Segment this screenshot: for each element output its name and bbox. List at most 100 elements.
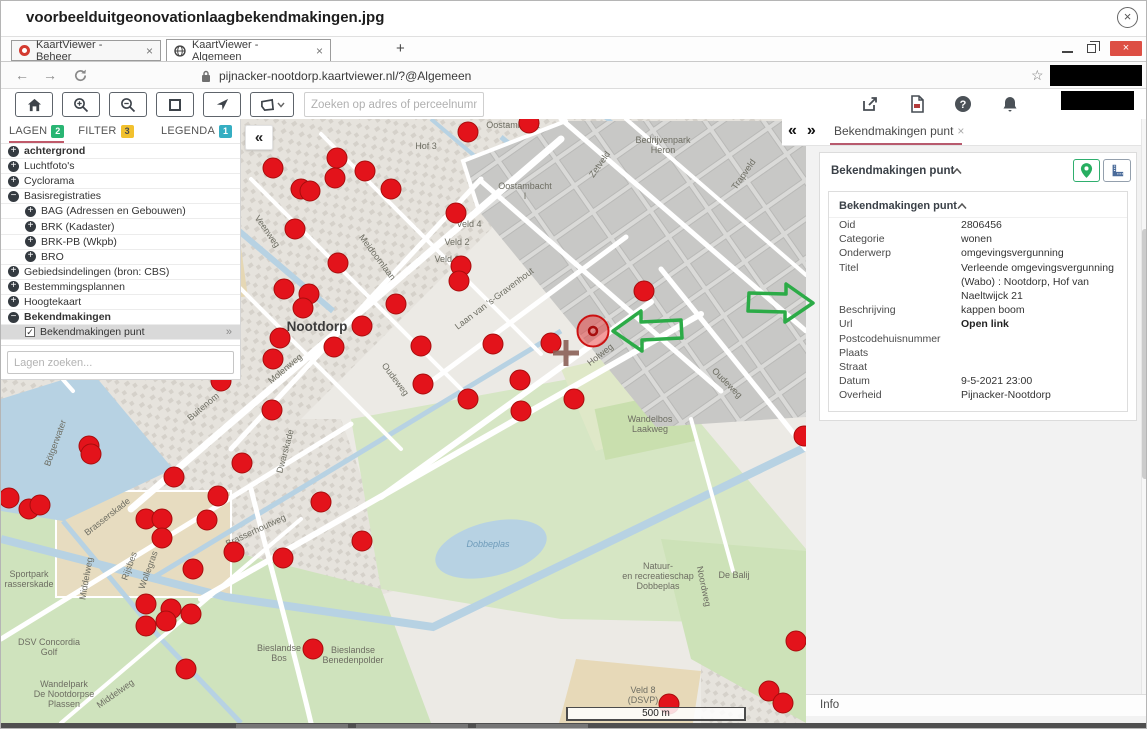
announcement-point[interactable] — [30, 495, 50, 515]
layer-checkbox[interactable]: ✓ — [25, 327, 35, 337]
expand-plus-icon[interactable]: + — [25, 236, 36, 247]
tab-close-icon[interactable]: × — [316, 44, 323, 58]
announcement-point[interactable] — [208, 486, 228, 506]
announcement-point[interactable] — [511, 401, 531, 421]
announcement-point[interactable] — [324, 337, 344, 357]
layer-tree-item[interactable]: +Bestemmingsplannen — [1, 280, 240, 295]
chevron-up-icon[interactable] — [952, 168, 962, 175]
measure-button[interactable] — [1103, 159, 1131, 182]
announcement-point[interactable] — [152, 528, 172, 548]
help-icon[interactable]: ? — [954, 95, 972, 113]
layers-tab-legenda[interactable]: LEGENDA1 — [161, 119, 232, 143]
zoom-in-button[interactable] — [62, 92, 100, 117]
announcement-point[interactable] — [156, 611, 176, 631]
layer-tree-item[interactable]: −Basisregistraties — [1, 189, 240, 204]
layer-tree-item[interactable]: +BAG (Adressen en Gebouwen) — [1, 204, 240, 219]
announcement-point[interactable] — [300, 181, 320, 201]
expand-plus-icon[interactable]: + — [8, 281, 19, 292]
url-text[interactable]: pijnacker-nootdorp.kaartviewer.nl/?@Alge… — [219, 69, 471, 83]
announcement-point[interactable] — [355, 161, 375, 181]
announcement-point[interactable] — [285, 219, 305, 239]
bookmark-star-icon[interactable]: ☆ — [1031, 67, 1044, 84]
announcement-point[interactable] — [564, 389, 584, 409]
notifications-bell-icon[interactable] — [1001, 95, 1019, 113]
announcement-point[interactable] — [634, 281, 654, 301]
box-zoom-button[interactable] — [156, 92, 194, 117]
details-tab[interactable]: Bekendmakingen punt× — [834, 124, 964, 138]
announcement-point[interactable] — [352, 531, 372, 551]
attributes-header[interactable]: Bekendmakingen punt — [829, 192, 1127, 218]
announcement-point[interactable] — [446, 203, 466, 223]
expand-plus-icon[interactable]: + — [8, 296, 19, 307]
layers-tab-filter[interactable]: FILTER3 — [78, 119, 133, 143]
announcement-point[interactable] — [197, 510, 217, 530]
locate-button[interactable] — [203, 92, 241, 117]
announcement-point[interactable] — [541, 333, 561, 353]
pdf-export-icon[interactable] — [908, 95, 926, 113]
announcement-point[interactable] — [303, 639, 323, 659]
expand-plus-icon[interactable]: + — [8, 161, 19, 172]
panel-collapse-chevrons[interactable]: «» — [788, 122, 826, 140]
layer-tree-item[interactable]: +BRO — [1, 250, 240, 265]
home-button[interactable] — [15, 92, 53, 117]
layer-tree-item[interactable]: +Cyclorama — [1, 174, 240, 189]
collapse-minus-icon[interactable]: − — [8, 191, 19, 202]
share-icon[interactable] — [861, 95, 879, 113]
announcement-point[interactable] — [386, 294, 406, 314]
browser-tab-beheer[interactable]: KaartViewer - Beheer × — [11, 40, 161, 61]
new-tab-button[interactable]: + — [396, 40, 405, 57]
announcement-point[interactable] — [263, 349, 283, 369]
announcement-point[interactable] — [183, 559, 203, 579]
zoom-out-button[interactable] — [109, 92, 147, 117]
expand-plus-icon[interactable]: + — [8, 266, 19, 277]
announcement-point[interactable] — [325, 168, 345, 188]
layer-tree-item[interactable]: +Gebiedsindelingen (bron: CBS) — [1, 265, 240, 280]
layer-tree-item[interactable]: +Hoogtekaart — [1, 295, 240, 310]
open-link[interactable]: Open link — [961, 317, 1017, 331]
layer-tree-item[interactable]: +BRK (Kadaster) — [1, 219, 240, 234]
announcement-point[interactable] — [181, 604, 201, 624]
show-on-map-button[interactable] — [1073, 159, 1100, 182]
announcement-point[interactable] — [270, 328, 290, 348]
announcement-point[interactable] — [262, 400, 282, 420]
expand-plus-icon[interactable]: + — [25, 221, 36, 232]
address-search-input[interactable] — [304, 92, 484, 117]
maximize-icon[interactable] — [1087, 44, 1096, 53]
layer-tree-item[interactable]: +BRK-PB (Wkpb) — [1, 235, 240, 250]
announcement-point[interactable] — [411, 336, 431, 356]
announcement-point[interactable] — [413, 374, 433, 394]
tab-close-icon[interactable]: × — [146, 44, 153, 58]
layer-tree-item[interactable]: +achtergrond — [1, 144, 240, 159]
minimize-icon[interactable] — [1062, 44, 1073, 53]
announcement-point[interactable] — [327, 148, 347, 168]
announcement-point[interactable] — [510, 370, 530, 390]
announcement-point[interactable] — [232, 453, 252, 473]
announcement-point[interactable] — [263, 158, 283, 178]
tab-close-icon[interactable]: × — [957, 124, 964, 138]
announcement-point[interactable] — [164, 467, 184, 487]
announcement-point[interactable] — [224, 542, 244, 562]
sidebar-collapse-button[interactable]: « — [245, 125, 273, 150]
announcement-point[interactable] — [1, 488, 19, 508]
polygon-select-button[interactable] — [250, 92, 294, 117]
announcement-point[interactable] — [773, 693, 793, 713]
announcement-point[interactable] — [786, 631, 806, 651]
announcement-point[interactable] — [136, 594, 156, 614]
announcement-point[interactable] — [273, 548, 293, 568]
announcement-point[interactable] — [458, 389, 478, 409]
collapse-minus-icon[interactable]: − — [8, 312, 19, 323]
announcement-point[interactable] — [136, 616, 156, 636]
panel-scrollbar[interactable] — [1141, 119, 1147, 694]
announcement-point[interactable] — [81, 444, 101, 464]
announcement-point[interactable] — [483, 334, 503, 354]
announcement-point[interactable] — [293, 298, 313, 318]
expand-plus-icon[interactable]: + — [8, 176, 19, 187]
refresh-icon[interactable] — [73, 68, 88, 83]
announcement-point[interactable] — [274, 279, 294, 299]
expand-plus-icon[interactable]: + — [25, 251, 36, 262]
window-close-button[interactable]: × — [1110, 41, 1142, 56]
selected-point-marker[interactable] — [578, 316, 609, 347]
announcement-point[interactable] — [458, 122, 478, 142]
layers-tab-lagen[interactable]: LAGEN2 — [9, 119, 64, 143]
layer-zoom-icon[interactable]: » — [226, 326, 232, 338]
